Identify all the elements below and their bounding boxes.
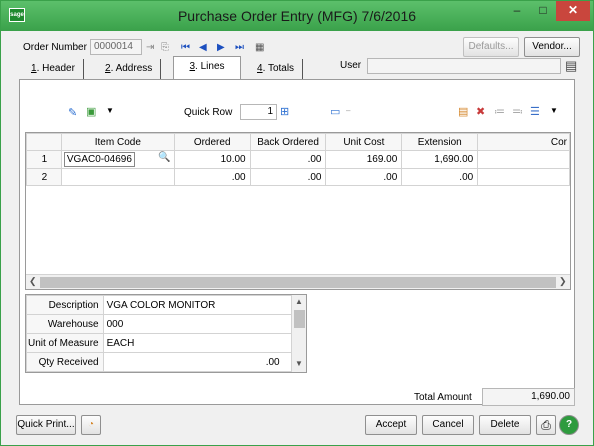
insert-row-icon[interactable]: ▤ — [458, 105, 468, 118]
vendor-button[interactable]: Vendor... — [524, 37, 580, 57]
total-amount-label: Total Amount — [414, 392, 472, 403]
lines-grid: Item Code Ordered Back Ordered Unit Cost… — [25, 132, 571, 290]
order-number-label: Order Number — [23, 42, 87, 53]
column-header-row-num — [26, 133, 62, 151]
maximize-button[interactable]: □ — [530, 1, 556, 21]
move-up-icon[interactable]: ≔ — [494, 105, 505, 118]
grid-settings-icon[interactable]: ⊞ — [280, 105, 289, 118]
total-amount-value: 1,690.00 — [482, 388, 575, 406]
warehouse-label: Warehouse — [26, 314, 104, 334]
table-row[interactable]: 2 .00 .00 .00 .00 — [26, 168, 570, 186]
lines-table: Item Code Ordered Back Ordered Unit Cost… — [26, 133, 570, 186]
move-down-icon[interactable]: ≕ — [512, 105, 523, 118]
last-record-icon[interactable]: ⏭ — [235, 42, 244, 53]
tab-header[interactable]: 1. Header — [23, 59, 84, 79]
back-ordered-cell[interactable]: .00 — [249, 168, 327, 186]
tab-header-label: . Header — [36, 63, 75, 74]
grid-header-row: Item Code Ordered Back Ordered Unit Cost… — [26, 133, 570, 151]
extension-cell[interactable]: .00 — [401, 168, 479, 186]
ordered-cell[interactable]: 10.00 — [173, 150, 251, 169]
column-header-ordered[interactable]: Ordered — [173, 133, 251, 151]
title-bar[interactable]: sage Purchase Order Entry (MFG) 7/6/2016… — [1, 1, 593, 31]
add-items-icon[interactable]: ▣ — [86, 105, 96, 118]
tab-totals-label: . Totals — [262, 63, 295, 74]
warehouse-value[interactable]: 000 — [102, 314, 297, 334]
help-icon[interactable]: ? — [559, 415, 579, 435]
details-vertical-scrollbar[interactable]: ▲ ▼ — [291, 295, 306, 372]
row-number[interactable]: 2 — [26, 168, 62, 186]
quick-print-button[interactable]: Quick Print... — [16, 415, 76, 435]
user-label: User — [340, 60, 362, 71]
table-row[interactable]: 1 VGAC0-04696 🔍 10.00 .00 169.00 1,690.0… — [26, 150, 570, 169]
tab-lines-label: . Lines — [195, 61, 225, 72]
extension-cell[interactable]: 1,690.00 — [401, 150, 479, 169]
unit-cost-cell[interactable]: 169.00 — [325, 150, 403, 169]
ordered-cell[interactable]: .00 — [173, 168, 251, 186]
scroll-right-icon[interactable]: ❯ — [559, 276, 567, 287]
tab-lines[interactable]: 3. Lines — [173, 56, 241, 79]
qty-received-value[interactable]: .00 — [102, 352, 297, 372]
scroll-left-icon[interactable]: ❮ — [29, 276, 37, 287]
printer-sheet-icon[interactable]: ▤ — [565, 58, 577, 74]
unit-of-measure-label: Unit of Measure — [26, 333, 104, 353]
purchase-order-window: sage Purchase Order Entry (MFG) 7/6/2016… — [0, 0, 594, 446]
horizontal-scroll-thumb[interactable] — [40, 277, 556, 288]
quick-row-input[interactable]: 1 — [240, 104, 277, 120]
item-lookup-icon[interactable]: ✎ — [68, 106, 77, 119]
column-header-comment[interactable]: Cor — [477, 133, 570, 151]
item-lookup-search-icon[interactable]: 🔍 — [158, 152, 170, 163]
description-value[interactable]: VGA COLOR MONITOR — [102, 295, 297, 315]
column-header-back-ordered[interactable]: Back Ordered — [249, 133, 327, 151]
tab-address-label: . Address — [110, 63, 153, 74]
item-code-cell[interactable] — [60, 168, 175, 186]
next-number-icon[interactable]: ⇥ — [146, 42, 154, 53]
quick-row-label: Quick Row — [184, 107, 233, 118]
user-field[interactable] — [367, 58, 561, 74]
accept-button[interactable]: Accept — [365, 415, 417, 435]
description-label: Description — [26, 295, 104, 315]
scroll-down-icon[interactable]: ▼ — [295, 359, 303, 368]
next-record-icon[interactable]: ▶ — [217, 42, 225, 53]
grid-options-dropdown-icon[interactable]: ▼ — [550, 106, 558, 115]
unit-of-measure-value[interactable]: EACH — [102, 333, 297, 353]
grid-options-icon[interactable]: ☰ — [530, 105, 540, 118]
column-header-item-code[interactable]: Item Code — [60, 133, 175, 151]
line-details-table: Description VGA COLOR MONITOR Warehouse … — [26, 295, 297, 372]
column-header-extension[interactable]: Extension — [401, 133, 479, 151]
form-content: Order Number 0000014 ⇥ ⎘ ⏮ ◀ ▶ ⏭ ▦ Defau… — [9, 31, 585, 439]
comment-cell[interactable] — [477, 168, 570, 186]
item-code-cell[interactable]: VGAC0-04696 🔍 — [60, 150, 175, 169]
order-number-field[interactable]: 0000014 — [90, 39, 142, 55]
delete-row-icon[interactable]: ✖ — [476, 105, 485, 118]
dropdown-arrow-icon[interactable]: ▼ — [106, 106, 114, 115]
print-icon[interactable]: ⎙ — [536, 415, 556, 435]
item-code-value[interactable]: VGAC0-04696 — [63, 152, 135, 167]
delete-button[interactable]: Delete — [479, 415, 531, 435]
back-ordered-cell[interactable]: .00 — [249, 150, 327, 169]
tab-totals[interactable]: 4. Totals — [249, 59, 304, 79]
comment-cell[interactable] — [477, 150, 570, 169]
close-button[interactable]: ✕ — [556, 1, 590, 21]
copy-order-icon[interactable]: ⎘ — [161, 42, 169, 53]
calendar-icon[interactable]: ▦ — [255, 42, 264, 53]
comment-dropdown-icon[interactable]: – — [346, 106, 350, 115]
horizontal-scrollbar[interactable]: ❮ ❯ — [26, 274, 570, 289]
column-header-unit-cost[interactable]: Unit Cost — [325, 133, 403, 151]
previous-record-icon[interactable]: ◀ — [199, 42, 207, 53]
first-record-icon[interactable]: ⏮ — [181, 42, 190, 53]
lines-panel: ✎ ▣ ▼ Quick Row 1 ⊞ ▭ – ▤ ✖ ≔ ≕ ☰ ▼ Item… — [19, 79, 575, 405]
unit-cost-cell[interactable]: .00 — [325, 168, 403, 186]
cancel-button[interactable]: Cancel — [422, 415, 474, 435]
comment-icon[interactable]: ▭ — [330, 105, 340, 118]
vertical-scroll-thumb[interactable] — [294, 310, 305, 328]
row-number[interactable]: 1 — [26, 150, 62, 169]
defaults-button[interactable]: Defaults... — [463, 37, 519, 57]
line-details-panel: Description VGA COLOR MONITOR Warehouse … — [25, 294, 307, 373]
tab-address[interactable]: 2. Address — [97, 59, 162, 79]
minimize-button[interactable]: – — [504, 1, 530, 21]
paperless-office-icon[interactable]: ◔ — [81, 415, 101, 435]
qty-received-label: Qty Received — [26, 352, 104, 372]
scroll-up-icon[interactable]: ▲ — [295, 297, 303, 306]
